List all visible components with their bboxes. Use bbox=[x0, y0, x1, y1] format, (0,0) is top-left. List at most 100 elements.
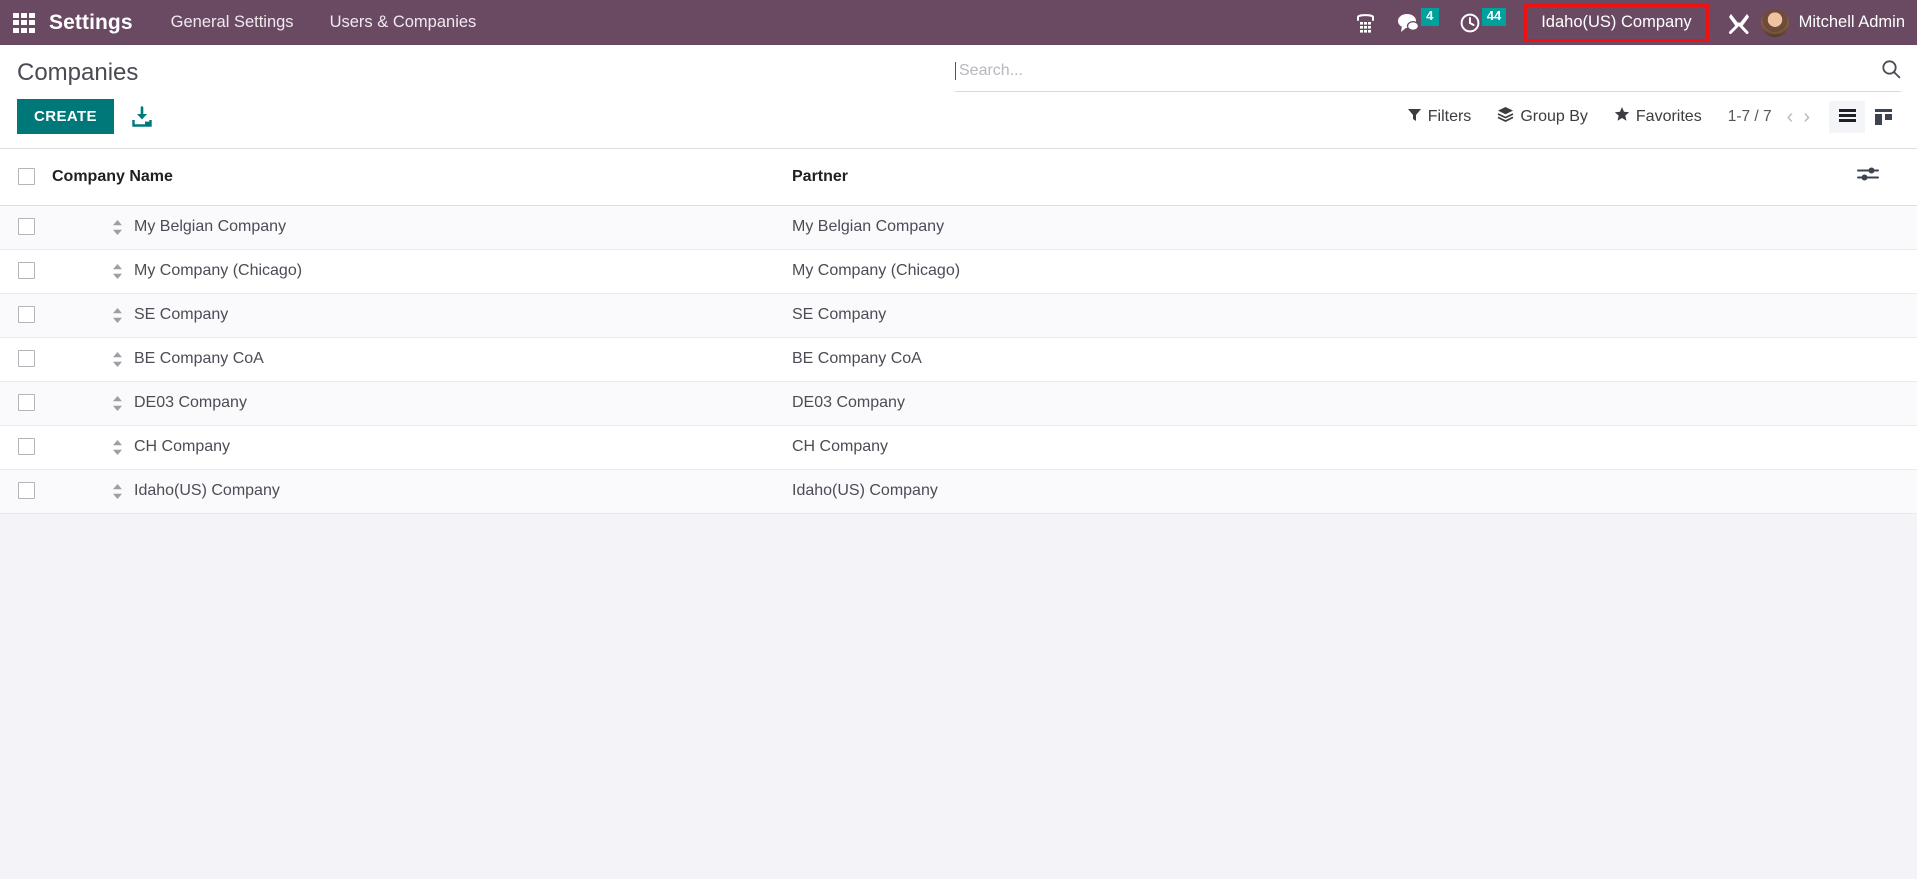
control-panel-bottom-row: CREATE Filters Group By Favorites 1-7 / … bbox=[0, 87, 1917, 148]
cell-company-name[interactable]: BE Company CoA bbox=[52, 337, 792, 382]
cell-company-name[interactable]: Idaho(US) Company bbox=[52, 469, 792, 514]
main-content: Companies CREATE bbox=[0, 45, 1917, 879]
developer-tools-icon[interactable] bbox=[1727, 11, 1751, 35]
table-header-row: Company Name Partner bbox=[0, 149, 1917, 206]
activity-clock-icon[interactable]: 44 bbox=[1459, 8, 1507, 37]
table-row[interactable]: DE03 Company DE03 Company bbox=[0, 381, 1917, 426]
chat-bubble-icon[interactable]: 4 bbox=[1396, 8, 1439, 37]
cell-partner[interactable]: DE03 Company bbox=[792, 381, 1857, 426]
cell-partner[interactable]: My Company (Chicago) bbox=[792, 249, 1857, 294]
navbar-right-group: 4 44 Idaho(US) Company Mitchell Admin bbox=[1345, 0, 1917, 45]
cell-company-name[interactable]: My Company (Chicago) bbox=[52, 249, 792, 294]
company-name-label: My Company (Chicago) bbox=[134, 262, 303, 279]
row-checkbox[interactable] bbox=[18, 350, 35, 368]
row-checkbox[interactable] bbox=[18, 262, 35, 280]
cell-partner[interactable]: Idaho(US) Company bbox=[792, 469, 1857, 514]
column-header-partner[interactable]: Partner bbox=[792, 149, 1857, 206]
column-header-company-name[interactable]: Company Name bbox=[52, 149, 792, 206]
company-name-label: BE Company CoA bbox=[134, 350, 264, 367]
cell-partner[interactable]: BE Company CoA bbox=[792, 337, 1857, 382]
row-checkbox[interactable] bbox=[18, 394, 35, 412]
row-drag-handle-icon[interactable] bbox=[112, 439, 123, 456]
group-by-label: Group By bbox=[1520, 107, 1588, 125]
active-company-switcher[interactable]: Idaho(US) Company bbox=[1524, 3, 1709, 42]
chat-badge-count: 4 bbox=[1420, 8, 1439, 26]
app-brand-settings[interactable]: Settings bbox=[49, 11, 133, 35]
select-all-checkbox[interactable] bbox=[18, 167, 35, 185]
table-row[interactable]: Idaho(US) Company Idaho(US) Company bbox=[0, 469, 1917, 514]
pager-counter: 1-7 / 7 bbox=[1727, 107, 1772, 125]
row-end-cell bbox=[1857, 337, 1917, 382]
pager-previous-button[interactable]: ‹ bbox=[1782, 107, 1799, 127]
row-drag-handle-icon[interactable] bbox=[112, 307, 123, 324]
top-navbar: Settings General Settings Users & Compan… bbox=[0, 0, 1917, 45]
row-end-cell bbox=[1857, 293, 1917, 338]
table-body: My Belgian Company My Belgian Company My C… bbox=[0, 205, 1917, 514]
row-select-cell bbox=[0, 469, 52, 514]
row-checkbox[interactable] bbox=[18, 218, 35, 236]
user-menu-label[interactable]: Mitchell Admin bbox=[1799, 13, 1905, 32]
cell-partner[interactable]: My Belgian Company bbox=[792, 205, 1857, 250]
table-row[interactable]: My Company (Chicago) My Company (Chicago) bbox=[0, 249, 1917, 294]
row-end-cell bbox=[1857, 381, 1917, 426]
list-view-button[interactable] bbox=[1829, 100, 1865, 133]
favorites-label: Favorites bbox=[1635, 107, 1702, 125]
row-drag-handle-icon[interactable] bbox=[112, 395, 123, 412]
import-download-icon[interactable] bbox=[131, 105, 153, 128]
apps-grid-icon[interactable] bbox=[13, 12, 35, 33]
row-drag-handle-icon[interactable] bbox=[112, 263, 123, 280]
row-select-cell bbox=[0, 249, 52, 294]
menu-users-and-companies[interactable]: Users & Companies bbox=[330, 13, 477, 32]
company-name-label: Idaho(US) Company bbox=[134, 482, 280, 499]
cell-company-name[interactable]: CH Company bbox=[52, 425, 792, 470]
table-row[interactable]: CH Company CH Company bbox=[0, 425, 1917, 470]
table-row[interactable]: My Belgian Company My Belgian Company bbox=[0, 205, 1917, 250]
row-end-cell bbox=[1857, 205, 1917, 250]
cell-partner[interactable]: CH Company bbox=[792, 425, 1857, 470]
optional-columns-header bbox=[1857, 149, 1917, 206]
cell-partner[interactable]: SE Company bbox=[792, 293, 1857, 338]
control-panel-top-row: Companies bbox=[0, 45, 1917, 92]
row-checkbox[interactable] bbox=[18, 482, 35, 500]
pager-next-button[interactable]: › bbox=[1798, 107, 1815, 127]
group-by-layers-icon bbox=[1497, 106, 1514, 127]
search-area bbox=[955, 59, 1901, 92]
row-select-cell bbox=[0, 205, 52, 250]
create-button[interactable]: CREATE bbox=[17, 99, 114, 134]
table-row[interactable]: BE Company CoA BE Company CoA bbox=[0, 337, 1917, 382]
row-checkbox[interactable] bbox=[18, 306, 35, 324]
sliders-adjust-icon[interactable] bbox=[1857, 167, 1879, 187]
avatar[interactable] bbox=[1760, 8, 1789, 37]
filter-funnel-icon bbox=[1407, 107, 1422, 127]
filters-button[interactable]: Filters bbox=[1407, 107, 1472, 127]
filters-label: Filters bbox=[1427, 107, 1472, 125]
cell-company-name[interactable]: DE03 Company bbox=[52, 381, 792, 426]
company-name-label: My Belgian Company bbox=[134, 218, 287, 235]
search-box[interactable] bbox=[955, 59, 1901, 92]
favorites-button[interactable]: Favorites bbox=[1614, 106, 1702, 127]
cell-company-name[interactable]: My Belgian Company bbox=[52, 205, 792, 250]
row-drag-handle-icon[interactable] bbox=[112, 219, 123, 236]
search-input[interactable] bbox=[955, 62, 1873, 80]
row-drag-handle-icon[interactable] bbox=[112, 483, 123, 500]
favorites-star-icon bbox=[1614, 106, 1630, 127]
voip-phone-icon[interactable] bbox=[1355, 12, 1376, 34]
row-end-cell bbox=[1857, 425, 1917, 470]
search-icon[interactable] bbox=[1881, 59, 1901, 83]
page-title: Companies bbox=[17, 59, 139, 86]
kanban-view-button[interactable] bbox=[1865, 101, 1901, 133]
menu-general-settings[interactable]: General Settings bbox=[171, 13, 294, 32]
table-row[interactable]: SE Company SE Company bbox=[0, 293, 1917, 338]
row-select-cell bbox=[0, 381, 52, 426]
row-end-cell bbox=[1857, 249, 1917, 294]
view-switcher bbox=[1829, 100, 1901, 133]
activity-badge-count: 44 bbox=[1481, 8, 1507, 26]
row-drag-handle-icon[interactable] bbox=[112, 351, 123, 368]
control-panel: Companies CREATE bbox=[0, 45, 1917, 149]
cell-company-name[interactable]: SE Company bbox=[52, 293, 792, 338]
select-all-header bbox=[0, 149, 52, 206]
row-checkbox[interactable] bbox=[18, 438, 35, 456]
row-end-cell bbox=[1857, 469, 1917, 514]
company-name-label: SE Company bbox=[134, 306, 229, 323]
group-by-button[interactable]: Group By bbox=[1497, 106, 1588, 127]
